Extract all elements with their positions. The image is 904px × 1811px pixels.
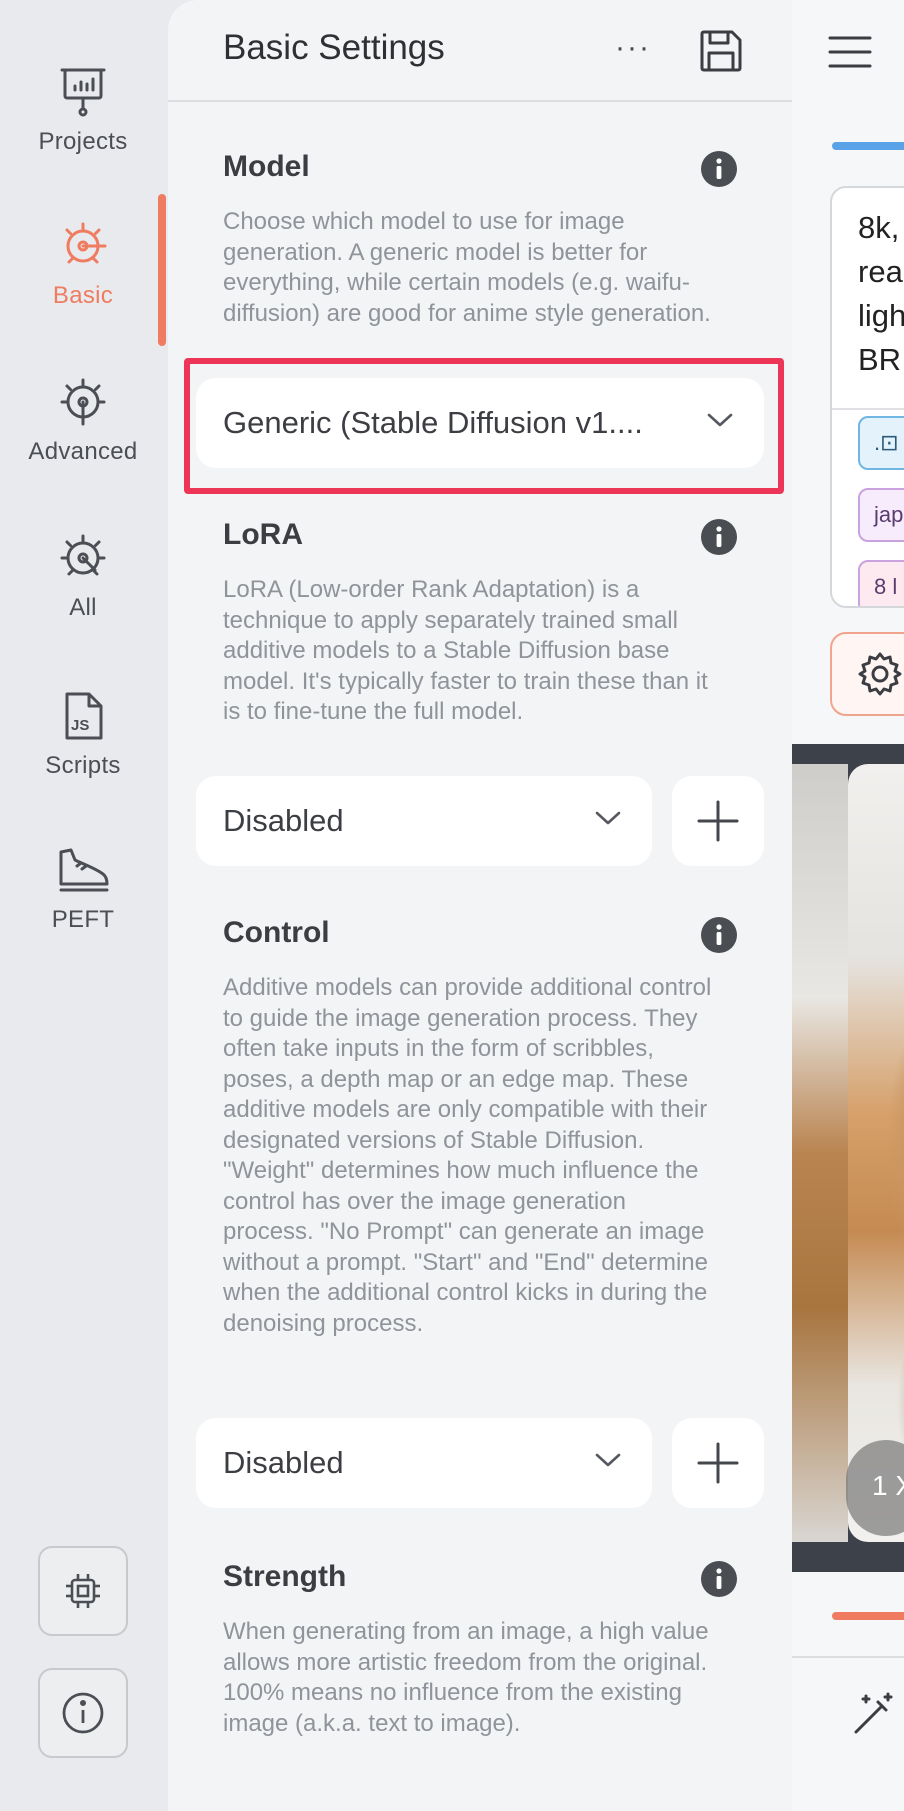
control-select[interactable]: Disabled: [196, 1418, 652, 1508]
lora-description: LoRA (Low-order Rank Adaptation) is a te…: [223, 576, 708, 725]
all-settings-icon: [60, 534, 106, 576]
lora-info-icon[interactable]: [700, 518, 738, 556]
model-select-highlight: [184, 358, 784, 494]
info-icon: [62, 1692, 104, 1734]
generation-progress-bar: [832, 1612, 904, 1620]
lora-select[interactable]: Disabled: [196, 776, 652, 866]
nav-label-projects: Projects: [38, 128, 128, 155]
hamburger-menu-icon[interactable]: [828, 34, 872, 70]
compute-units-button[interactable]: [38, 1546, 128, 1636]
save-icon: [700, 30, 742, 72]
generated-image: [848, 764, 904, 1542]
add-control-button[interactable]: [672, 1418, 764, 1508]
model-section-title: Model: [223, 150, 310, 183]
active-nav-indicator: [158, 194, 166, 346]
nav-item-scripts[interactable]: JS Scripts: [0, 690, 166, 780]
prompt-chip[interactable]: 8 l: [858, 560, 904, 606]
lora-section-title: LoRA: [223, 518, 303, 551]
js-file-icon: JS: [65, 692, 103, 740]
lora-select-value: Disabled: [223, 803, 344, 838]
model-info-icon[interactable]: [700, 150, 738, 188]
nav-item-projects[interactable]: Projects: [0, 66, 166, 156]
svg-text:JS: JS: [71, 717, 89, 734]
bottom-divider: [792, 1656, 904, 1658]
nav-item-basic[interactable]: Basic: [0, 220, 166, 310]
panel-title: Basic Settings: [223, 28, 445, 67]
nav-label-advanced: Advanced: [28, 438, 138, 465]
control-select-value: Disabled: [223, 1445, 344, 1480]
settings-gear-button[interactable]: [830, 632, 904, 716]
save-button[interactable]: [698, 28, 748, 78]
prompt-card[interactable]: 8k, rea ligh BR .⊡ jap 8 l: [830, 186, 904, 608]
advanced-settings-icon: [60, 378, 106, 426]
nav-label-peft: PEFT: [51, 906, 115, 933]
plus-icon: [697, 800, 739, 842]
add-lora-button[interactable]: [672, 776, 764, 866]
magic-wand-icon[interactable]: [852, 1690, 898, 1736]
nav-item-all[interactable]: All: [0, 532, 166, 622]
about-button[interactable]: [38, 1668, 128, 1758]
presentation-icon: [60, 68, 106, 117]
nav-label-scripts: Scripts: [45, 752, 121, 779]
control-description: Additive models can provide additional c…: [223, 974, 712, 1337]
model-description: Choose which model to use for image gene…: [223, 208, 711, 327]
batch-count-badge[interactable]: 1 X: [846, 1440, 904, 1536]
prompt-chip[interactable]: .⊡: [858, 416, 904, 470]
plus-icon: [697, 1442, 739, 1484]
generated-image-canvas[interactable]: 1 X: [792, 744, 904, 1572]
prompt-divider: [832, 408, 904, 410]
basic-settings-panel: Basic Settings ··· Model Choose which mo…: [168, 0, 794, 1811]
nav-label-basic: Basic: [52, 282, 114, 309]
prompt-text[interactable]: 8k, rea ligh BR: [858, 206, 904, 382]
panel-header: Basic Settings ···: [168, 0, 792, 102]
strength-info-icon[interactable]: [700, 1560, 738, 1598]
sneaker-icon: [59, 848, 109, 892]
prompt-chip[interactable]: jap: [858, 488, 904, 542]
control-section-title: Control: [223, 916, 330, 949]
prompt-progress-bar: [832, 142, 904, 150]
nav-label-all: All: [69, 594, 97, 621]
nav-item-advanced[interactable]: Advanced: [0, 376, 166, 466]
chevron-down-icon: [595, 1453, 621, 1467]
nav-item-peft[interactable]: PEFT: [0, 846, 166, 934]
canvas-column: 8k, rea ligh BR .⊡ jap 8 l 1 X: [792, 0, 904, 1811]
control-info-icon[interactable]: [700, 916, 738, 954]
strength-section-title: Strength: [223, 1560, 347, 1593]
chip-icon: [66, 1574, 100, 1608]
image-background: [792, 764, 848, 1542]
chevron-down-icon: [595, 811, 621, 825]
strength-description: When generating from an image, a high va…: [223, 1618, 709, 1737]
basic-settings-icon: [65, 222, 107, 264]
gear-icon: [858, 652, 902, 696]
nav-rail: Projects Basic Advanced All JS Scripts P…: [0, 0, 168, 1811]
more-options-button[interactable]: ···: [608, 30, 658, 74]
